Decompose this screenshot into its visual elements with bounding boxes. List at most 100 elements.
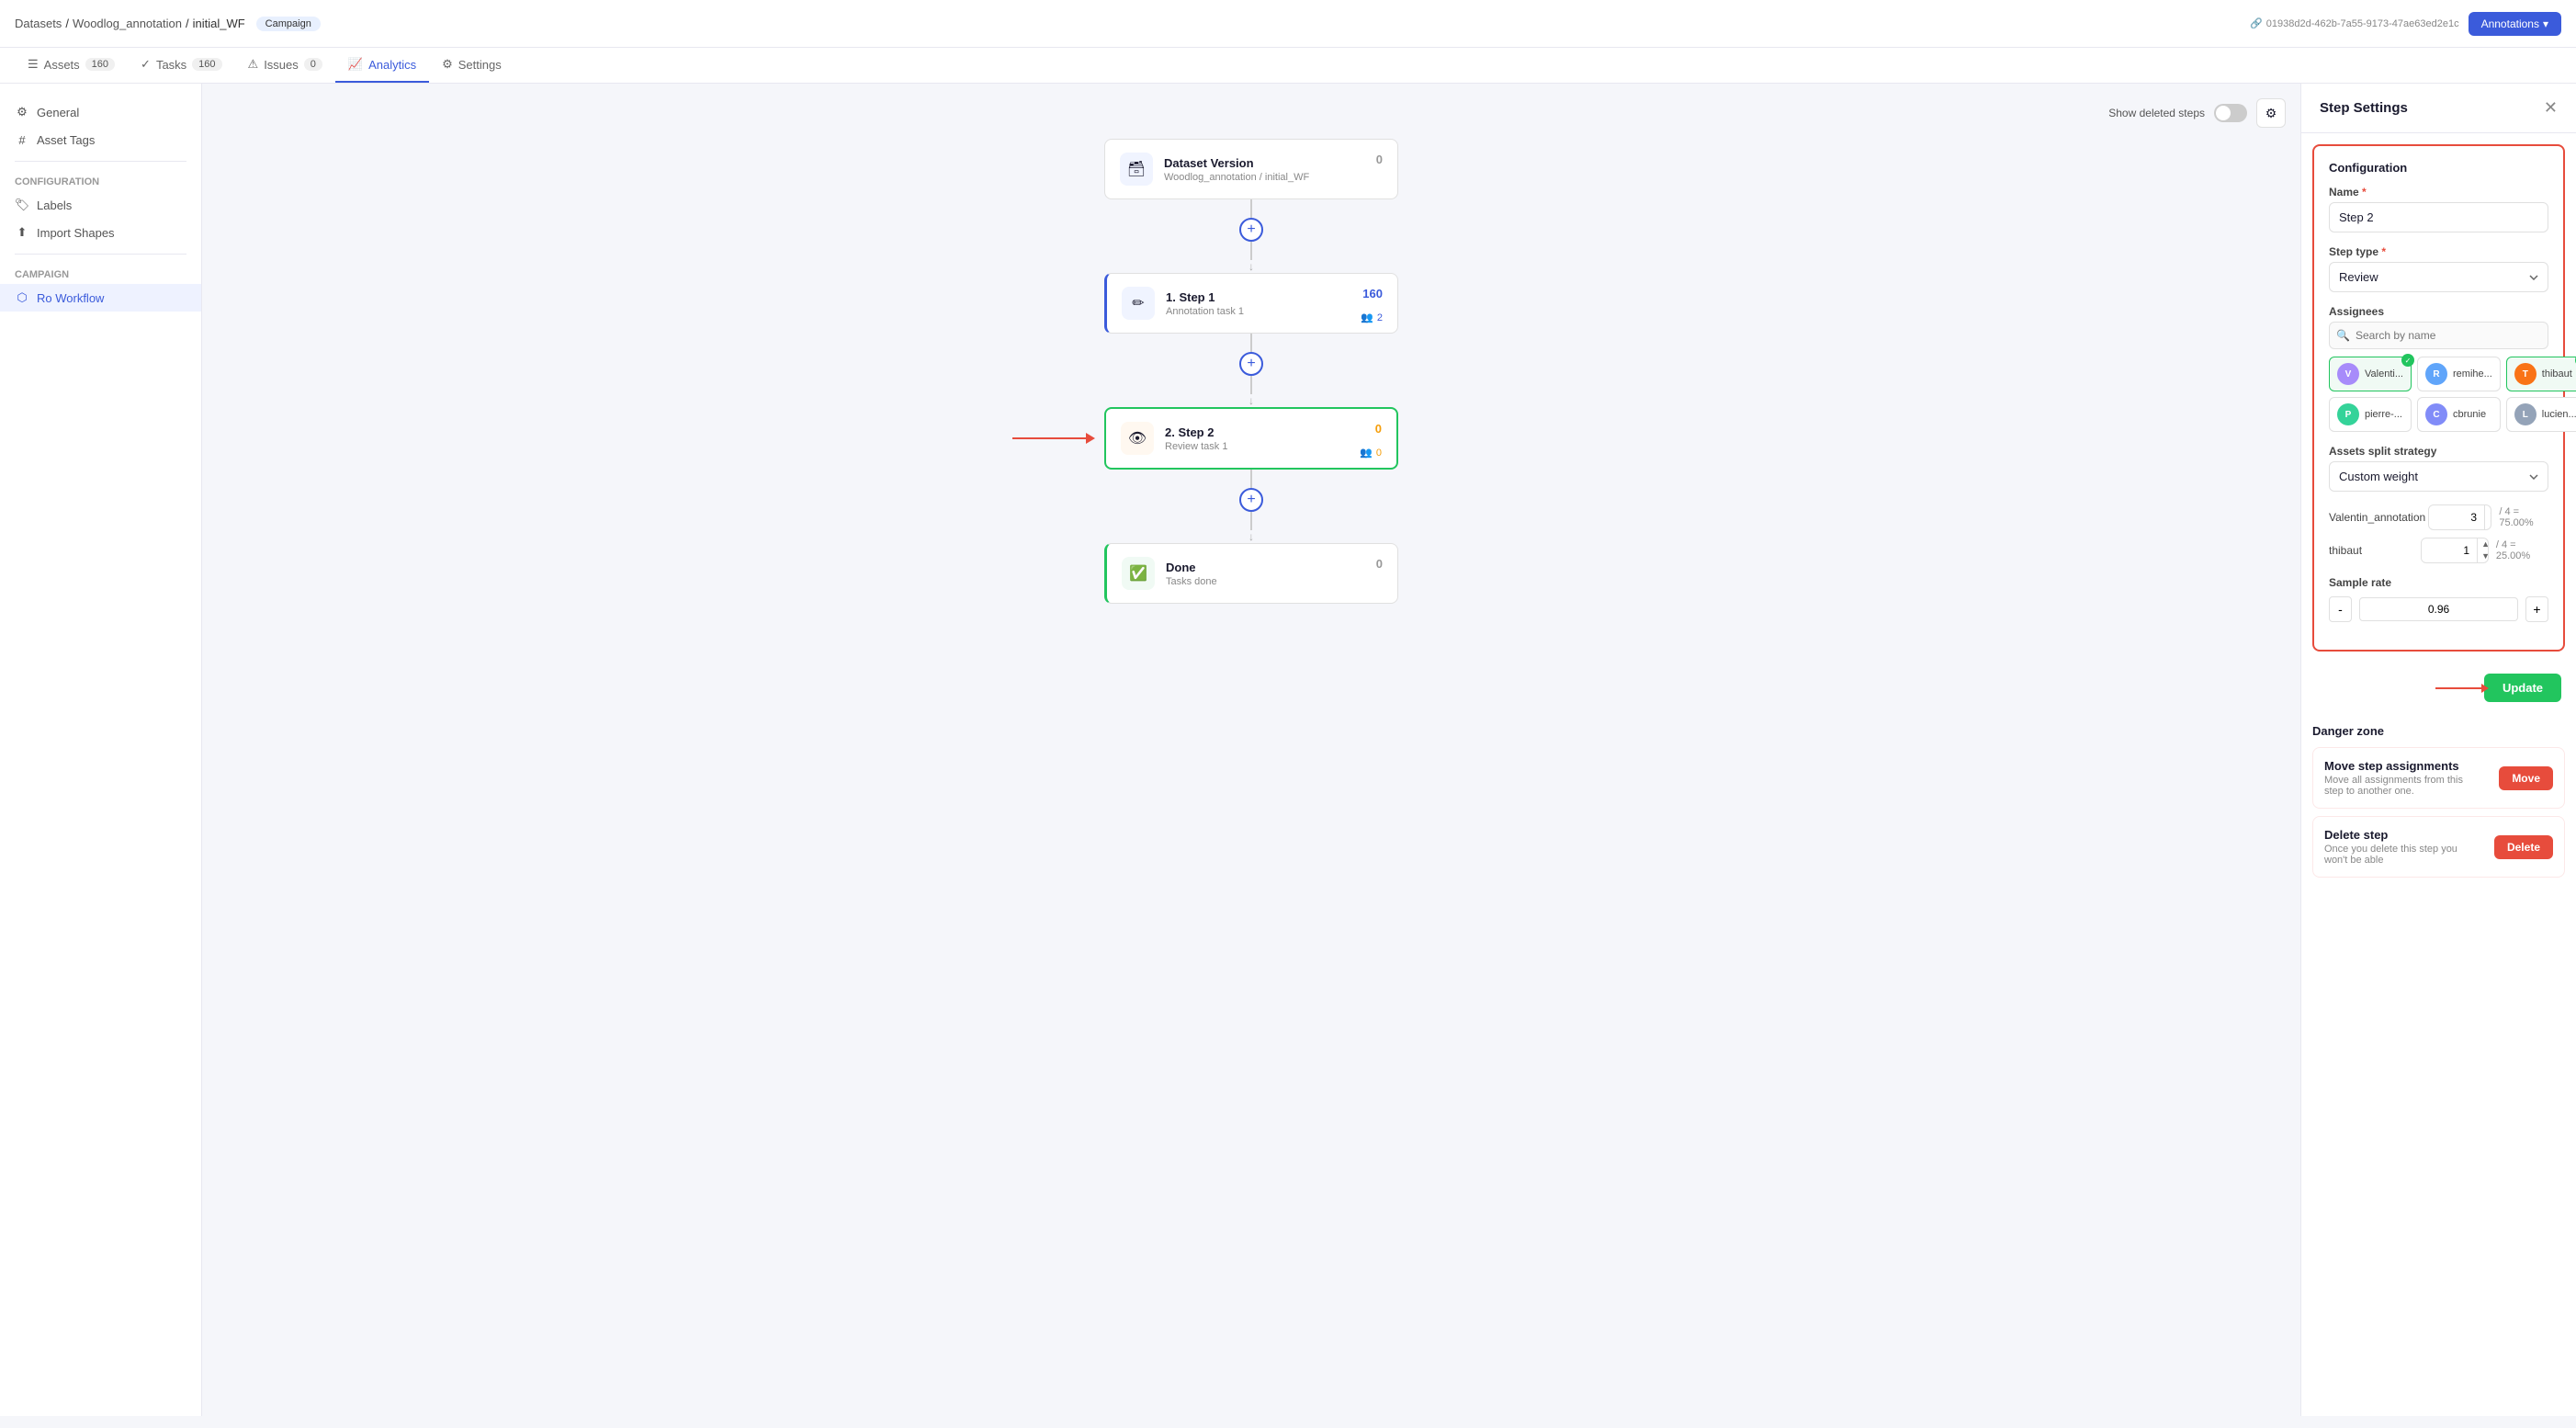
custom-weight-group: Valentin_annotation ▲ ▼ / 4 = 75.00% thi… <box>2329 504 2548 563</box>
assignee-chip-valenti[interactable]: V Valenti... ✓ <box>2329 357 2412 391</box>
sidebar-item-workflow[interactable]: ⬡ Ro Workflow <box>0 284 201 312</box>
sample-rate-increase[interactable]: + <box>2525 596 2548 622</box>
show-deleted-toggle[interactable] <box>2214 104 2247 122</box>
arrow-down-1: ↓ <box>1248 260 1254 273</box>
sample-rate-input[interactable] <box>2359 597 2518 621</box>
canvas-settings-button[interactable]: ⚙ <box>2256 98 2286 128</box>
assignee-chip-lucien[interactable]: L lucien... <box>2506 397 2576 432</box>
breadcrumb-workflow: initial_WF <box>193 17 245 30</box>
assignee-chip-remihe[interactable]: R remihe... <box>2417 357 2501 391</box>
link-icon: 🔗 <box>2250 17 2263 29</box>
split-up-thibaut[interactable]: ▲ <box>2478 538 2489 550</box>
search-assignees-input[interactable] <box>2329 322 2548 349</box>
sidebar-divider-1 <box>15 161 186 162</box>
assignee-chip-thibaut[interactable]: T thibaut ✓ <box>2506 357 2576 391</box>
step1-assignees: 👥 2 <box>1361 312 1383 323</box>
danger-card-move-desc: Move all assignments from this step to a… <box>2324 775 2471 797</box>
tasks-icon: ✓ <box>141 57 151 72</box>
split-down-valentin[interactable]: ▼ <box>2485 517 2491 529</box>
danger-card-move: Move step assignments Move all assignmen… <box>2312 747 2565 809</box>
step-type-select[interactable]: ReviewAnnotationQA <box>2329 262 2548 292</box>
asset-tags-icon: # <box>15 132 29 147</box>
wf-node-step1[interactable]: ✏ 1. Step 1 Annotation task 1 160 👥 2 <box>1104 273 1398 334</box>
workflow-icon: ⬡ <box>15 290 29 305</box>
split-percent-thibaut: / 4 = 25.00% <box>2496 539 2548 561</box>
step-settings-panel: Step Settings ✕ Configuration Name * Ste… <box>2300 84 2576 1416</box>
step-type-required: * <box>2381 245 2386 258</box>
connector-line-2 <box>1250 242 1252 260</box>
add-step-button-1[interactable]: + <box>1239 218 1263 242</box>
tab-issues[interactable]: ⚠ Issues 0 <box>235 48 335 83</box>
breadcrumb-datasets[interactable]: Datasets <box>15 17 62 30</box>
danger-card-move-content: Move step assignments Move all assignmen… <box>2324 759 2471 797</box>
annotations-button[interactable]: Annotations ▾ <box>2469 12 2561 36</box>
check-icon-valenti: ✓ <box>2401 354 2414 367</box>
split-value-thibaut[interactable] <box>2422 539 2477 561</box>
step2-node-subtitle: Review task 1 <box>1165 441 1382 452</box>
split-strategy-select[interactable]: Custom weightEqualRandom <box>2329 461 2548 492</box>
general-icon: ⚙ <box>15 105 29 119</box>
tab-tasks[interactable]: ✓ Tasks 160 <box>128 48 235 83</box>
step2-assignees: 👥 0 <box>1360 447 1382 459</box>
import-shapes-icon: ⬆ <box>15 225 29 240</box>
sample-rate-row: - + <box>2329 596 2548 622</box>
avatar-lucien: L <box>2514 403 2536 425</box>
assignee-chip-cbrunie[interactable]: C cbrunie <box>2417 397 2501 432</box>
danger-card-delete-desc: Once you delete this step you won't be a… <box>2324 844 2471 866</box>
split-row-valentin: Valentin_annotation ▲ ▼ / 4 = 75.00% <box>2329 504 2548 530</box>
sidebar-item-asset-tags[interactable]: # Asset Tags <box>0 126 201 153</box>
add-step-button-3[interactable]: + <box>1239 488 1263 512</box>
connector-3: + ↓ <box>1239 470 1263 543</box>
search-icon: 🔍 <box>2336 329 2350 342</box>
campaign-badge: Campaign <box>256 17 321 31</box>
canvas-toolbar: Show deleted steps ⚙ <box>2108 98 2286 128</box>
arrow-line <box>1012 437 1086 439</box>
danger-zone-title: Danger zone <box>2312 724 2565 738</box>
split-input-wrap-thibaut: ▲ ▼ <box>2421 538 2489 563</box>
update-button[interactable]: Update <box>2484 674 2561 702</box>
done-node-subtitle: Tasks done <box>1166 576 1383 587</box>
panel-header: Step Settings ✕ <box>2301 84 2576 133</box>
name-label: Name * <box>2329 186 2548 198</box>
sample-rate-decrease[interactable]: - <box>2329 596 2352 622</box>
add-step-button-2[interactable]: + <box>1239 352 1263 376</box>
name-input[interactable] <box>2329 202 2548 232</box>
split-stepper-thibaut: ▲ ▼ <box>2477 538 2489 562</box>
danger-card-move-title: Move step assignments <box>2324 759 2471 773</box>
topbar-right: 🔗 01938d2d-462b-7a55-9173-47ae63ed2e1c A… <box>2250 12 2561 36</box>
toggle-knob <box>2216 106 2231 120</box>
gear-icon: ⚙ <box>2265 106 2277 121</box>
delete-button[interactable]: Delete <box>2494 835 2553 859</box>
split-value-valentin[interactable] <box>2429 506 2484 528</box>
sidebar-item-import-shapes[interactable]: ⬆ Import Shapes <box>0 219 201 246</box>
move-button[interactable]: Move <box>2499 766 2553 790</box>
main-layout: ⚙ General # Asset Tags Configuration 🏷 L… <box>0 84 2576 1416</box>
assets-icon: ☰ <box>28 57 39 72</box>
settings-icon: ⚙ <box>442 57 453 72</box>
tab-settings[interactable]: ⚙ Settings <box>429 48 514 83</box>
wf-node-done[interactable]: ✅ Done Tasks done 0 <box>1104 543 1398 604</box>
assignee-chip-pierre[interactable]: P pierre-... <box>2329 397 2412 432</box>
split-up-valentin[interactable]: ▲ <box>2485 505 2491 517</box>
wf-node-step2[interactable]: 👁 2. Step 2 Review task 1 0 👥 0 <box>1104 407 1398 470</box>
breadcrumb-annotation[interactable]: Woodlog_annotation <box>73 17 182 30</box>
update-area: Update <box>2301 663 2576 713</box>
wf-node-dataset-version[interactable]: 🗃 Dataset Version Woodlog_annotation / i… <box>1104 139 1398 199</box>
danger-card-delete-content: Delete step Once you delete this step yo… <box>2324 828 2471 866</box>
split-user-valentin: Valentin_annotation <box>2329 511 2421 524</box>
arrow-down-3: ↓ <box>1248 530 1254 543</box>
split-stepper-valentin: ▲ ▼ <box>2484 505 2491 529</box>
sidebar-item-general[interactable]: ⚙ General <box>0 98 201 126</box>
split-row-thibaut: thibaut ▲ ▼ / 4 = 25.00% <box>2329 538 2548 563</box>
arrow-pointer <box>1012 433 1095 444</box>
sidebar-item-labels[interactable]: 🏷 Labels <box>0 191 201 219</box>
arrow-head <box>1086 433 1095 444</box>
name-field-group: Name * <box>2329 186 2548 232</box>
annotation-icon: ✏ <box>1122 287 1155 320</box>
arrow-down-2: ↓ <box>1248 394 1254 407</box>
panel-close-button[interactable]: ✕ <box>2544 98 2558 118</box>
tab-analytics[interactable]: 📈 Analytics <box>335 48 429 83</box>
tab-assets[interactable]: ☰ Assets 160 <box>15 48 128 83</box>
split-user-thibaut: thibaut <box>2329 544 2413 557</box>
split-down-thibaut[interactable]: ▼ <box>2478 550 2489 562</box>
